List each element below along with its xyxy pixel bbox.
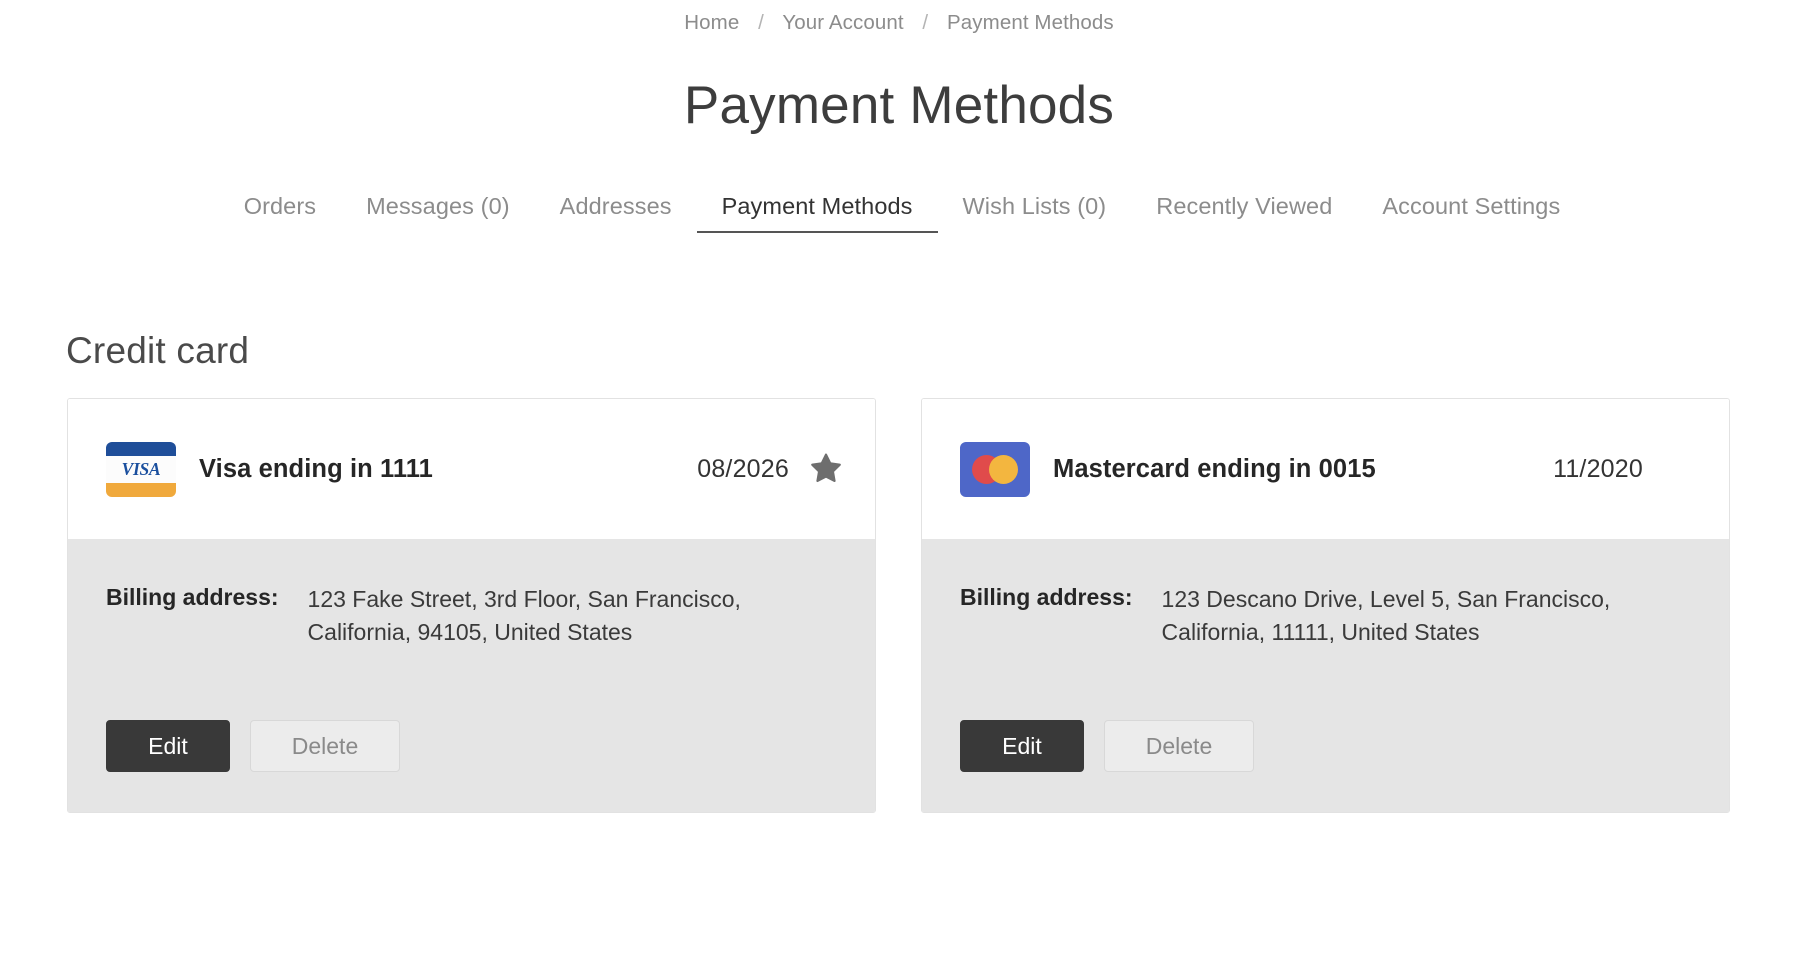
breadcrumb-item-payment-methods: Payment Methods (947, 11, 1114, 34)
breadcrumb-item-your-account[interactable]: Your Account (782, 11, 903, 34)
visa-logo-top-band (106, 441, 176, 456)
payment-card-label: Mastercard ending in 0015 (1053, 454, 1376, 483)
billing-address-value: 123 Fake Street, 3rd Floor, San Francisc… (307, 586, 741, 645)
edit-button[interactable]: Edit (960, 720, 1084, 773)
tab-orders[interactable]: Orders (219, 193, 341, 233)
payment-card: Mastercard ending in 0015 11/2020 Billin… (921, 398, 1730, 814)
billing-address-row: Billing address: 123 Descano Drive, Leve… (960, 583, 1691, 648)
edit-button[interactable]: Edit (106, 720, 230, 773)
tab-payment-methods[interactable]: Payment Methods (696, 193, 938, 233)
delete-button[interactable]: Delete (250, 720, 400, 773)
payment-card-label: Visa ending in 1111 (199, 454, 433, 483)
default-card-star-icon[interactable] (809, 452, 843, 486)
default-card-star-placeholder (1663, 452, 1697, 486)
tab-recently-viewed[interactable]: Recently Viewed (1131, 193, 1357, 233)
mastercard-logo-icon (960, 441, 1030, 497)
account-tabs: Orders Messages (0) Addresses Payment Me… (0, 193, 1798, 233)
payment-card-expiry: 11/2020 (1553, 454, 1643, 483)
page-title: Payment Methods (683, 76, 1115, 135)
payment-card-header: Mastercard ending in 0015 11/2020 (922, 399, 1729, 539)
tab-addresses[interactable]: Addresses (535, 193, 697, 233)
payment-card-list: VISA Visa ending in 1111 08/2026 Billing… (67, 398, 1731, 814)
billing-address-row: Billing address: 123 Fake Street, 3rd Fl… (106, 583, 837, 648)
billing-address-label: Billing address: (960, 584, 1133, 610)
breadcrumb-separator: / (922, 11, 929, 34)
section-heading-credit-card: Credit card (66, 330, 250, 371)
visa-logo-wordmark: VISA (106, 455, 176, 483)
tab-account-settings[interactable]: Account Settings (1357, 193, 1585, 233)
payment-card-header: VISA Visa ending in 1111 08/2026 (68, 399, 875, 539)
mastercard-logo-yellow-circle (989, 454, 1018, 484)
payment-methods-page: Home / Your Account / Payment Methods Pa… (0, 0, 1798, 980)
visa-logo-icon: VISA (106, 441, 176, 497)
billing-address-value: 123 Descano Drive, Level 5, San Francisc… (1161, 586, 1611, 645)
tab-messages[interactable]: Messages (0) (341, 193, 535, 233)
breadcrumb-item-home[interactable]: Home (684, 11, 739, 34)
delete-button[interactable]: Delete (1104, 720, 1254, 773)
visa-logo-bottom-band (106, 482, 176, 497)
payment-card-body: Billing address: 123 Fake Street, 3rd Fl… (68, 539, 875, 813)
breadcrumb-separator: / (758, 11, 764, 34)
payment-card-actions: Edit Delete (960, 720, 1691, 773)
visa-logo-text: VISA (121, 458, 161, 479)
payment-card-actions: Edit Delete (106, 720, 837, 773)
payment-card-expiry: 08/2026 (697, 454, 789, 483)
payment-card-body: Billing address: 123 Descano Drive, Leve… (922, 539, 1729, 813)
tab-wish-lists[interactable]: Wish Lists (0) (938, 193, 1132, 233)
mastercard-logo-circles (972, 454, 1018, 484)
breadcrumb: Home / Your Account / Payment Methods (0, 0, 1798, 35)
payment-card: VISA Visa ending in 1111 08/2026 Billing… (67, 398, 876, 814)
billing-address-label: Billing address: (106, 584, 279, 610)
